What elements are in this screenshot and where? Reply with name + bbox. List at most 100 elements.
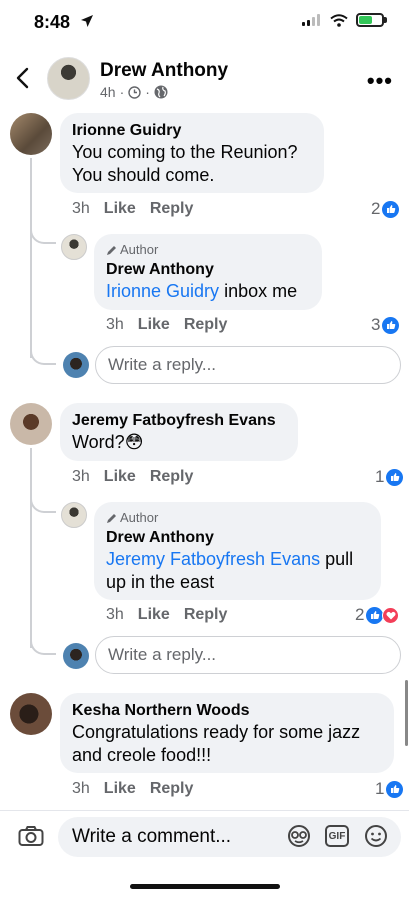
signal-icon: [302, 14, 320, 26]
reply-input[interactable]: Write a reply...: [95, 346, 401, 384]
reply-author[interactable]: Drew Anthony: [106, 260, 310, 280]
camera-button[interactable]: [18, 825, 44, 852]
reaction-count: 2: [355, 605, 365, 624]
post-age: 4h: [100, 84, 116, 100]
scrollbar[interactable]: [405, 680, 408, 746]
like-reaction-icon: [386, 780, 404, 798]
reaction-summary[interactable]: 2: [355, 605, 400, 625]
author-badge-label: Author: [120, 510, 159, 525]
comment-actions: 3h Like Reply: [72, 468, 193, 486]
author-badge-label: Author: [120, 242, 159, 257]
reply-button[interactable]: Reply: [184, 606, 228, 624]
like-button[interactable]: Like: [104, 780, 136, 798]
like-reaction-icon: [366, 606, 384, 624]
comment-actions: 3h Like Reply: [72, 780, 193, 798]
battery-icon: [356, 13, 387, 27]
thread-connector: [30, 497, 56, 513]
reaction-summary[interactable]: 1: [375, 467, 404, 487]
comment-avatar[interactable]: [10, 693, 52, 735]
comment-author[interactable]: Irionne Guidry: [72, 121, 312, 141]
reaction-summary[interactable]: 2: [371, 199, 400, 219]
comment-age: 3h: [72, 780, 90, 797]
comment-author[interactable]: Jeremy Fatboyfresh Evans: [72, 411, 286, 431]
avatar-sticker-button[interactable]: [287, 824, 311, 853]
header-author-name[interactable]: Drew Anthony: [100, 60, 228, 82]
meta-separator-2: ·: [145, 84, 150, 100]
reply-bubble[interactable]: Author Drew Anthony Jeremy Fatboyfresh E…: [94, 502, 381, 600]
status-icons: [302, 13, 387, 27]
comment-text: Word?😳: [72, 432, 144, 452]
reaction-count: 2: [371, 199, 381, 218]
mention-link[interactable]: Jeremy Fatboyfresh Evans: [106, 549, 320, 569]
thread-connector: [30, 228, 56, 244]
comment-text-line: You should come.: [72, 165, 215, 185]
comment-age: 3h: [72, 200, 90, 217]
emoji-icon: [365, 825, 387, 847]
comment-bubble[interactable]: Irionne Guidry You coming to the Reunion…: [60, 113, 324, 193]
current-user-avatar: [63, 352, 89, 378]
reply-text-body: pull: [320, 549, 354, 569]
comment-bubble[interactable]: Jeremy Fatboyfresh Evans Word?😳: [60, 403, 298, 461]
reaction-summary[interactable]: 3: [371, 315, 400, 335]
wifi-icon: [330, 13, 348, 27]
location-arrow-icon: [81, 15, 93, 27]
camera-icon: [18, 826, 44, 846]
reply-age: 3h: [106, 606, 124, 623]
status-time: 8:48: [34, 12, 71, 32]
like-button[interactable]: Like: [138, 316, 170, 334]
reaction-summary[interactable]: 1: [375, 779, 404, 799]
comment-input[interactable]: Write a comment...: [58, 817, 401, 857]
current-user-avatar: [63, 643, 89, 669]
comment-avatar[interactable]: [10, 403, 52, 445]
reply-author[interactable]: Drew Anthony: [106, 528, 369, 548]
reply-avatar[interactable]: [61, 234, 87, 260]
pencil-icon: [107, 245, 116, 255]
emoji-button[interactable]: [364, 824, 388, 853]
gif-icon: GIF: [325, 825, 349, 847]
reply-text: Jeremy Fatboyfresh Evans pull: [106, 548, 369, 571]
like-button[interactable]: Like: [104, 200, 136, 218]
comment-actions: 3h Like Reply: [72, 200, 193, 218]
gif-button[interactable]: GIF: [325, 825, 349, 847]
reply-button[interactable]: Reply: [150, 468, 194, 486]
header-avatar[interactable]: [47, 57, 90, 100]
more-options-button[interactable]: •••: [367, 68, 393, 94]
reply-actions: 3h Like Reply: [106, 316, 227, 334]
thread-connector: [30, 639, 56, 655]
reaction-count: 3: [371, 315, 381, 334]
avatar-sticker-icon: [288, 825, 310, 847]
thread-line: [30, 448, 32, 648]
home-indicator[interactable]: [130, 884, 280, 889]
meta-separator: ·: [119, 84, 125, 100]
reply-bubble[interactable]: Author Drew Anthony Irionne Guidry inbox…: [94, 234, 322, 310]
reply-avatar[interactable]: [61, 502, 87, 528]
like-button[interactable]: Like: [138, 606, 170, 624]
mention-link[interactable]: Irionne Guidry: [106, 281, 219, 301]
comment-avatar[interactable]: [10, 113, 52, 155]
comment-bubble[interactable]: Kesha Northern Woods Congratulations rea…: [60, 693, 394, 773]
like-button[interactable]: Like: [104, 468, 136, 486]
comment-text-line: and creole food!!!: [72, 745, 212, 765]
reply-button[interactable]: Reply: [150, 780, 194, 798]
thread-line: [30, 158, 32, 358]
thread-connector: [30, 349, 56, 365]
love-reaction-icon: [382, 606, 400, 624]
reply-text-body: inbox me: [219, 281, 298, 301]
author-badge: Author: [106, 242, 310, 258]
comment-placeholder: Write a comment...: [72, 826, 232, 847]
author-badge: Author: [106, 510, 369, 526]
comment-text-line: You coming to the Reunion?: [72, 142, 298, 162]
reaction-count: 1: [375, 779, 385, 798]
reply-input[interactable]: Write a reply...: [95, 636, 401, 674]
like-reaction-icon: [382, 316, 400, 334]
reply-button[interactable]: Reply: [150, 200, 194, 218]
back-button[interactable]: [10, 64, 34, 92]
comment-author[interactable]: Kesha Northern Woods: [72, 701, 382, 721]
reply-text-line: up in the east: [106, 572, 215, 592]
header-meta: 4h · ·: [100, 84, 168, 100]
reply-button[interactable]: Reply: [184, 316, 228, 334]
reply-placeholder: Write a reply...: [108, 355, 217, 374]
post-header: Drew Anthony 4h · · •••: [0, 44, 409, 110]
comment-text-line: Congratulations ready for some jazz: [72, 722, 361, 742]
chevron-left-icon: [16, 67, 29, 89]
